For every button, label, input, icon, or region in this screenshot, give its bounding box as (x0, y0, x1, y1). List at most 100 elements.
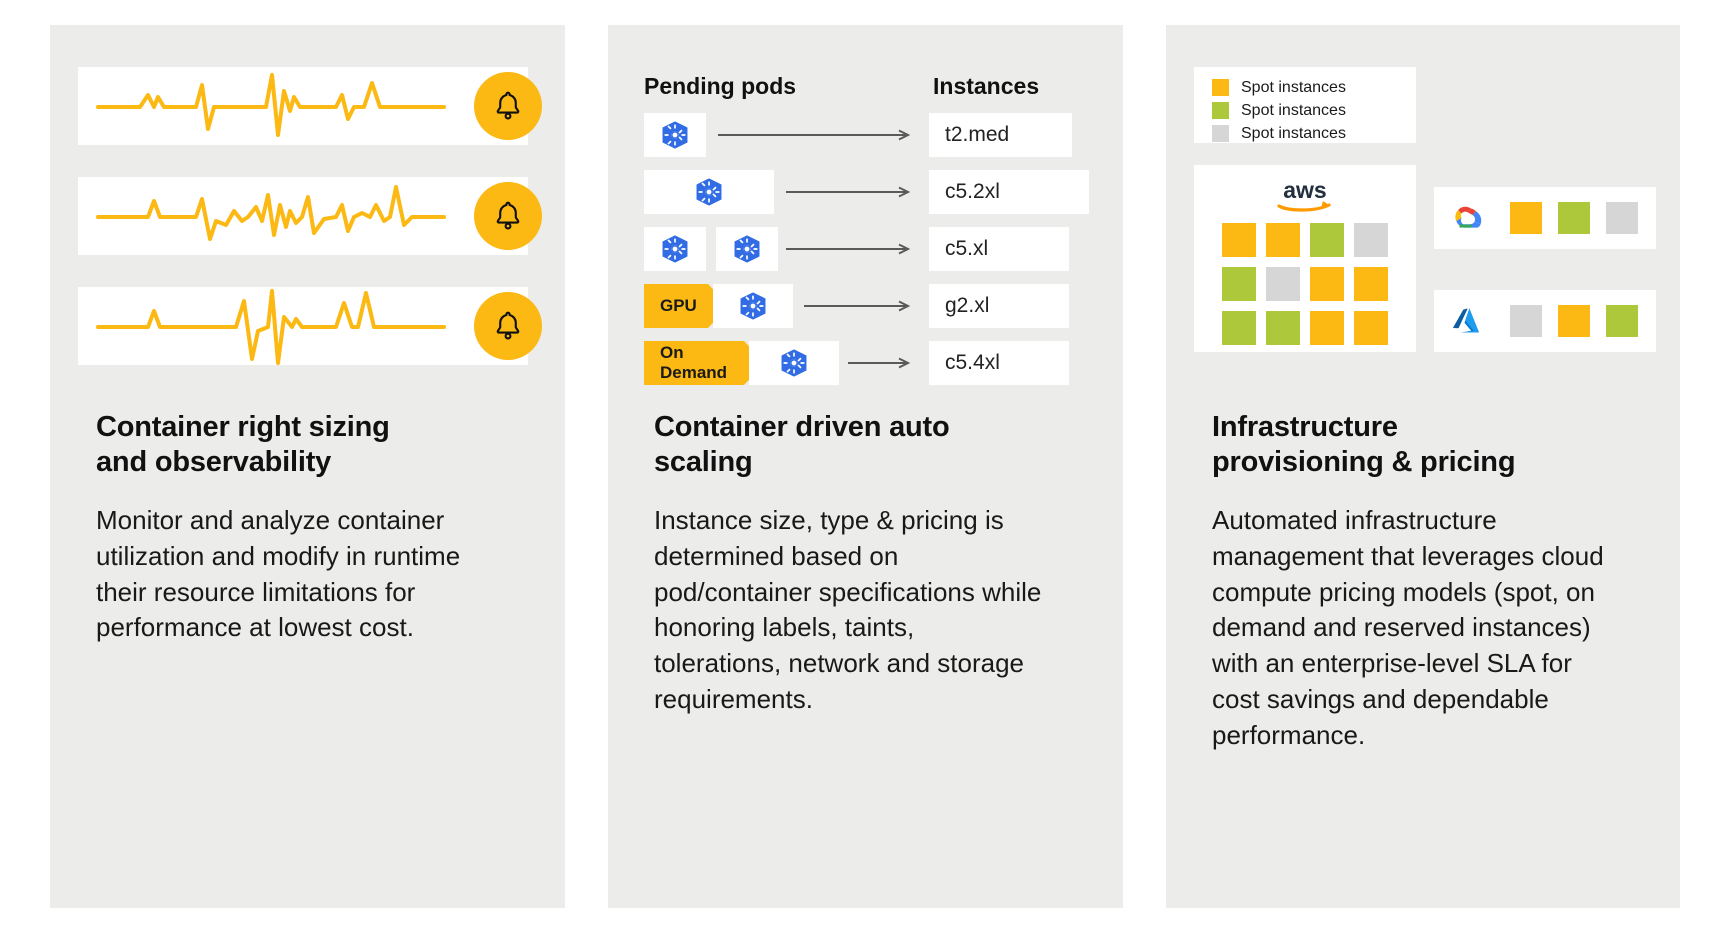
aws-logo: aws (1277, 179, 1331, 212)
legend-swatch-orange (1212, 79, 1229, 96)
instance-box: g2.xl (929, 284, 1069, 328)
panel-container-driven-auto-scaling: Pending pods Instances t2.med c5.2xl c5.… (608, 25, 1123, 908)
provider-card-azure (1434, 290, 1656, 352)
pod-box (749, 341, 839, 385)
instance-box: c5.2xl (929, 170, 1089, 214)
instance-box: c5.xl (929, 227, 1069, 271)
panel-2-description: Instance size, type & pricing is determi… (654, 504, 1042, 715)
instance-box: c5.4xl (929, 341, 1069, 385)
arrow-right-icon (848, 357, 911, 369)
legend-label: Spot instances (1241, 124, 1346, 142)
flow-arrow (804, 284, 914, 328)
page-title: Container driven auto scaling (654, 411, 950, 479)
capacity-square (1558, 305, 1590, 337)
capacity-square (1558, 202, 1590, 234)
arrow-right-icon (786, 186, 911, 198)
pod-box (644, 113, 706, 157)
panel-1-text: Container right sizing and observability… (96, 410, 535, 646)
capacity-square (1222, 311, 1256, 345)
azure-logo-wrap (1450, 302, 1488, 340)
arrow-right-icon (718, 129, 911, 141)
provider-card-google-cloud (1434, 187, 1656, 249)
legend-label: Spot instances (1241, 101, 1346, 119)
page-title: Infrastructure provisioning & pricing (1212, 411, 1516, 479)
capacity-square (1222, 267, 1256, 301)
google-cloud-icon (1455, 206, 1482, 228)
pending-pods-visual: Pending pods Instances t2.med c5.2xl c5.… (608, 25, 1123, 387)
arrow-right-icon (786, 243, 911, 255)
panel-2-text: Container driven auto scaling Instance s… (654, 410, 1093, 718)
ekg-alert-visual (50, 25, 565, 387)
azure-capacity-row (1434, 290, 1656, 352)
panel-1-description: Monitor and analyze container utilizatio… (96, 504, 461, 643)
kubernetes-icon (734, 235, 760, 263)
alert-row-2 (78, 177, 542, 255)
legend-label: Spot instances (1241, 78, 1346, 96)
capacity-square (1266, 223, 1300, 257)
legend: Spot instances Spot instances Spot insta… (1194, 67, 1416, 143)
bell-icon (496, 91, 520, 120)
column-header-pending-pods: Pending pods (644, 73, 797, 99)
svg-text:aws: aws (1283, 179, 1326, 203)
pod-box (644, 170, 774, 214)
kubernetes-icon (662, 121, 688, 149)
capacity-square (1354, 267, 1388, 301)
flow-arrow (718, 113, 914, 157)
capacity-square (1266, 267, 1300, 301)
ekg-line-3 (96, 289, 446, 365)
cloud-capacity-visual: Spot instances Spot instances Spot insta… (1166, 25, 1680, 387)
legend-item: Spot instances (1212, 102, 1416, 119)
pod-box (644, 227, 706, 271)
provider-card-aws: aws (1194, 165, 1416, 352)
capacity-square (1510, 202, 1542, 234)
capacity-square (1606, 202, 1638, 234)
capacity-square (1310, 267, 1344, 301)
pod-box (716, 227, 778, 271)
page-title: Container right sizing and observability (96, 411, 390, 479)
aws-capacity-grid (1194, 223, 1416, 345)
bell-badge-1 (474, 72, 542, 140)
instance-box: t2.med (929, 113, 1072, 157)
alert-row-3 (78, 287, 542, 365)
workload-tag-on-demand: On Demand (644, 341, 765, 385)
capacity-square (1510, 305, 1542, 337)
kubernetes-icon (740, 292, 766, 320)
workload-tag-gpu: GPU (644, 284, 729, 328)
flow-arrow (786, 170, 914, 214)
ekg-line-1 (96, 73, 446, 137)
column-header-instances: Instances (933, 73, 1040, 99)
panel-container-right-sizing: Container right sizing and observability… (50, 25, 565, 908)
bell-icon (496, 201, 520, 230)
azure-icon (1453, 308, 1479, 333)
arrow-right-icon (804, 300, 911, 312)
bell-badge-3 (474, 292, 542, 360)
bell-badge-2 (474, 182, 542, 250)
feature-panels-board: Container right sizing and observability… (0, 0, 1730, 936)
panel-3-description: Automated infrastructure management that… (1212, 504, 1604, 750)
legend-swatch-gray (1212, 125, 1229, 142)
capacity-square (1222, 223, 1256, 257)
legend-item: Spot instances (1212, 125, 1416, 142)
pod-box (713, 284, 793, 328)
kubernetes-icon (696, 178, 722, 206)
legend-swatch-green (1212, 102, 1229, 119)
panel-infrastructure-provisioning: Spot instances Spot instances Spot insta… (1166, 25, 1680, 908)
capacity-square (1310, 223, 1344, 257)
capacity-square (1354, 223, 1388, 257)
kubernetes-icon (662, 235, 688, 263)
bell-icon (496, 311, 520, 340)
capacity-square (1606, 305, 1638, 337)
gcp-capacity-row (1434, 187, 1656, 249)
flow-arrow (786, 227, 914, 271)
legend-item: Spot instances (1212, 79, 1416, 96)
capacity-square (1310, 311, 1344, 345)
capacity-square (1266, 311, 1300, 345)
capacity-square (1354, 311, 1388, 345)
aws-logo-wrap: aws (1194, 177, 1416, 217)
alert-row-1 (78, 67, 542, 145)
ekg-line-2 (96, 185, 446, 241)
google-cloud-logo-wrap (1450, 199, 1488, 237)
flow-arrow (848, 341, 914, 385)
kubernetes-icon (781, 349, 807, 377)
panel-3-text: Infrastructure provisioning & pricing Au… (1212, 410, 1650, 754)
